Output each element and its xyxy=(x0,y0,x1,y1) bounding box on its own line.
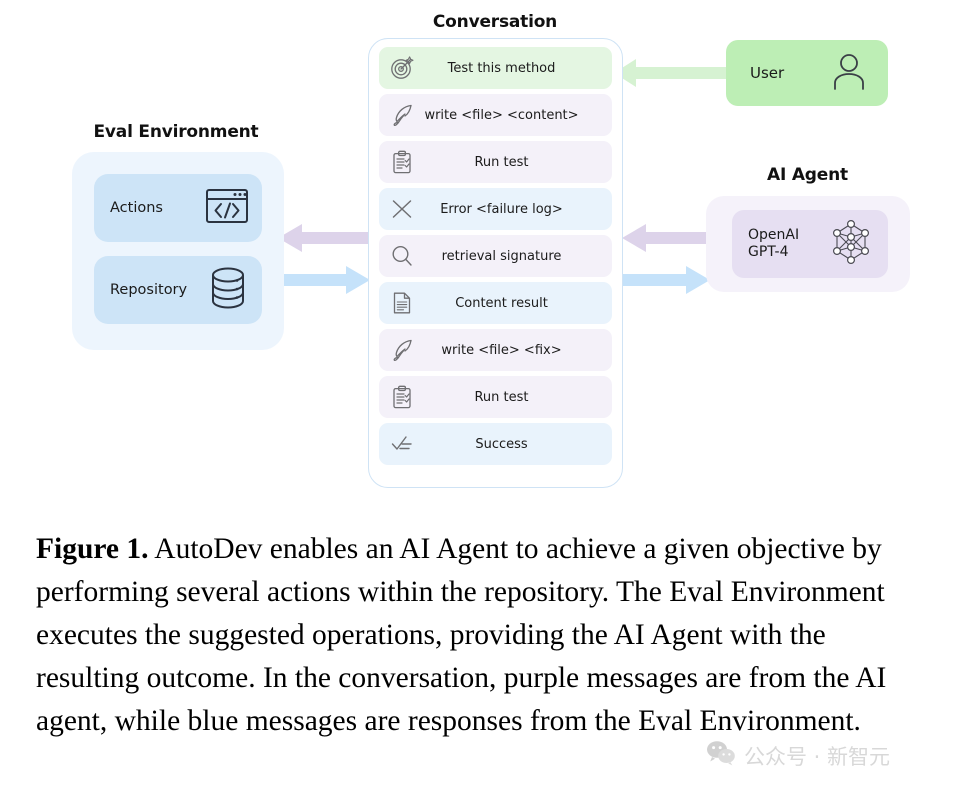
clipboard-icon xyxy=(389,384,415,410)
person-icon xyxy=(832,52,866,95)
conversation-message-text: write <file> <content> xyxy=(424,107,579,123)
arrow-conversation-to-eval-environment xyxy=(278,224,370,252)
ai-agent-panel: OpenAI GPT-4 xyxy=(706,196,910,292)
user-box[interactable]: User xyxy=(726,40,888,106)
ai-agent-model-label: OpenAI GPT-4 xyxy=(748,226,800,261)
conversation-message-text: Content result xyxy=(455,295,548,311)
conversation-message[interactable]: Content result xyxy=(379,282,612,324)
code-window-icon xyxy=(206,188,248,228)
arrow-eval-environment-to-conversation xyxy=(278,266,370,294)
conversation-message-text: Success xyxy=(475,436,528,452)
conversation-message-text: retrieval signature xyxy=(441,248,562,264)
arrow-conversation-to-ai-agent xyxy=(622,266,710,294)
quill-icon xyxy=(389,102,415,128)
figure-caption-label: Figure 1. xyxy=(36,533,149,565)
ai-agent-model-card[interactable]: OpenAI GPT-4 xyxy=(732,210,888,278)
x-icon xyxy=(389,196,415,222)
document-icon xyxy=(389,290,415,316)
conversation-message[interactable]: write <file> <fix> xyxy=(379,329,612,371)
quill-icon xyxy=(389,337,415,363)
eval-environment-panel: Actions Repository xyxy=(72,152,284,350)
conversation-message[interactable]: Test this method xyxy=(379,47,612,89)
watermark: 公众号 · 新智元 xyxy=(706,740,890,771)
conversation-message[interactable]: Run test xyxy=(379,141,612,183)
conversation-title: Conversation xyxy=(432,12,558,32)
conversation-message[interactable]: Run test xyxy=(379,376,612,418)
user-label: User xyxy=(750,64,785,82)
neural-network-icon xyxy=(828,219,874,270)
arrow-user-to-conversation xyxy=(614,59,730,87)
conversation-message[interactable]: write <file> <content> xyxy=(379,94,612,136)
target-icon xyxy=(389,55,415,81)
figure-caption-text: AutoDev enables an AI Agent to achieve a… xyxy=(36,533,887,737)
conversation-message[interactable]: retrieval signature xyxy=(379,235,612,277)
conversation-message-text: Test this method xyxy=(447,60,556,76)
ai-agent-title: AI Agent xyxy=(767,165,848,185)
conversation-message[interactable]: Error <failure log> xyxy=(379,188,612,230)
eval-card-repository[interactable]: Repository xyxy=(94,256,262,324)
figure-diagram: Eval Environment Actions Repository Conv… xyxy=(0,0,960,520)
figure-caption: Figure 1. AutoDev enables an AI Agent to… xyxy=(36,528,926,743)
watermark-text: 公众号 · 新智元 xyxy=(744,744,891,769)
eval-card-actions-label: Actions xyxy=(110,200,163,216)
eval-card-actions[interactable]: Actions xyxy=(94,174,262,242)
wechat-icon xyxy=(706,740,736,771)
conversation-message-text: Run test xyxy=(474,154,529,170)
conversation-message-text: Error <failure log> xyxy=(440,201,563,217)
check-list-icon xyxy=(389,431,415,457)
search-icon xyxy=(389,243,415,269)
conversation-panel: Test this method write <file> <content> xyxy=(368,38,623,488)
eval-card-repository-label: Repository xyxy=(110,282,188,298)
conversation-message-text: Run test xyxy=(474,389,529,405)
conversation-message-text: write <file> <fix> xyxy=(441,342,562,358)
eval-environment-title: Eval Environment xyxy=(93,122,259,142)
arrow-ai-agent-to-conversation xyxy=(622,224,710,252)
clipboard-icon xyxy=(389,149,415,175)
conversation-message[interactable]: Success xyxy=(379,423,612,465)
database-icon xyxy=(208,266,248,315)
